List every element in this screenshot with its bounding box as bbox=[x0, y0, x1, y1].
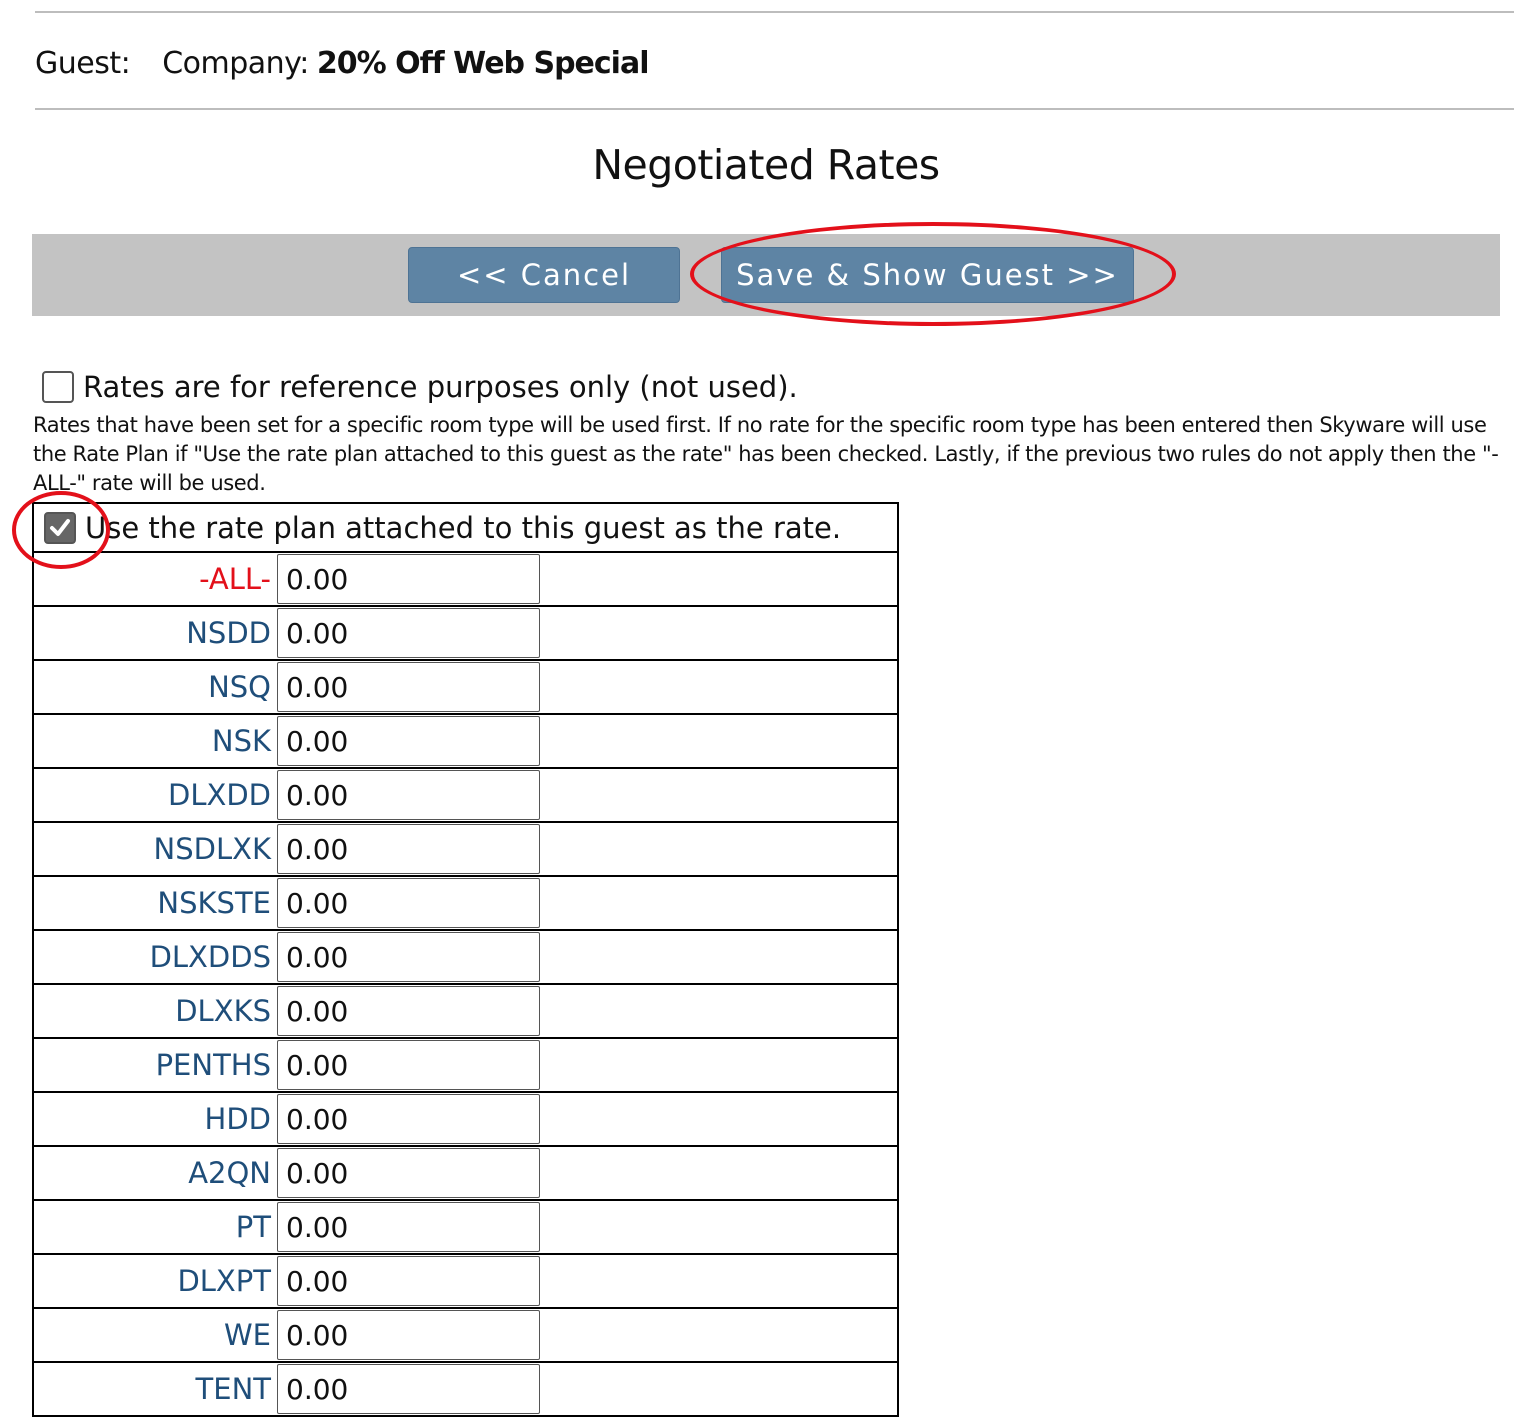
rate-cell: PT 0.00 bbox=[32, 1199, 547, 1255]
cancel-button[interactable]: << Cancel bbox=[408, 247, 680, 303]
rate-row: NSK 0.00 bbox=[32, 713, 899, 769]
rate-input[interactable]: 0.00 bbox=[277, 1364, 540, 1414]
rate-input[interactable]: 0.00 bbox=[277, 716, 540, 766]
rate-row: NSKSTE 0.00 bbox=[32, 875, 899, 931]
rate-cell: WE 0.00 bbox=[32, 1307, 547, 1363]
rate-row: DLXDDS 0.00 bbox=[32, 929, 899, 985]
rate-row: NSDD 0.00 bbox=[32, 605, 899, 661]
header-divider bbox=[35, 108, 1514, 110]
room-type-code: DLXPT bbox=[177, 1264, 271, 1298]
rate-cell-spacer bbox=[547, 821, 899, 877]
room-type-code: -ALL- bbox=[199, 562, 271, 596]
rate-cell-spacer bbox=[547, 659, 899, 715]
use-rate-plan-option[interactable]: Use the rate plan attached to this guest… bbox=[34, 504, 897, 551]
rate-cell-spacer bbox=[547, 1253, 899, 1309]
rate-cell: PENTHS 0.00 bbox=[32, 1037, 547, 1093]
rate-row: PT 0.00 bbox=[32, 1199, 899, 1255]
rate-cell: NSKSTE 0.00 bbox=[32, 875, 547, 931]
rate-input[interactable]: 0.00 bbox=[277, 932, 540, 982]
room-type-code: NSDD bbox=[186, 616, 271, 650]
room-type-code: PENTHS bbox=[155, 1048, 271, 1082]
rate-cell-spacer bbox=[547, 983, 899, 1039]
guest-label: Guest: bbox=[35, 45, 131, 81]
reference-only-label: Rates are for reference purposes only (n… bbox=[83, 370, 798, 404]
rate-row: DLXDD 0.00 bbox=[32, 767, 899, 823]
rate-row: PENTHS 0.00 bbox=[32, 1037, 899, 1093]
negotiated-rates-table: Use the rate plan attached to this guest… bbox=[32, 502, 899, 1417]
rate-cell-spacer bbox=[547, 1307, 899, 1363]
checkmark-icon bbox=[50, 518, 70, 536]
use-rate-plan-cell: Use the rate plan attached to this guest… bbox=[32, 502, 899, 553]
rate-cell: DLXDD 0.00 bbox=[32, 767, 547, 823]
rate-cell: NSQ 0.00 bbox=[32, 659, 547, 715]
rate-input[interactable]: 0.00 bbox=[277, 608, 540, 658]
room-type-code: A2QN bbox=[188, 1156, 271, 1190]
room-type-code: NSK bbox=[211, 724, 271, 758]
rate-cell: DLXKS 0.00 bbox=[32, 983, 547, 1039]
rate-cell-spacer bbox=[547, 875, 899, 931]
rate-input[interactable]: 0.00 bbox=[277, 986, 540, 1036]
rate-row: A2QN 0.00 bbox=[32, 1145, 899, 1201]
rate-cell-spacer bbox=[547, 1361, 899, 1417]
reference-only-checkbox[interactable] bbox=[42, 371, 74, 403]
rate-input[interactable]: 0.00 bbox=[277, 554, 540, 604]
use-rate-plan-label: Use the rate plan attached to this guest… bbox=[85, 510, 842, 545]
rate-row: HDD 0.00 bbox=[32, 1091, 899, 1147]
rate-input[interactable]: 0.00 bbox=[277, 1094, 540, 1144]
rate-cell: NSK 0.00 bbox=[32, 713, 547, 769]
room-type-code: NSKSTE bbox=[157, 886, 271, 920]
rate-cell-spacer bbox=[547, 1145, 899, 1201]
room-type-code: NSQ bbox=[208, 670, 271, 704]
room-type-code: DLXKS bbox=[175, 994, 271, 1028]
rate-input[interactable]: 0.00 bbox=[277, 1202, 540, 1252]
rate-cell: DLXPT 0.00 bbox=[32, 1253, 547, 1309]
room-type-code: DLXDDS bbox=[149, 940, 271, 974]
room-type-code: PT bbox=[235, 1210, 271, 1244]
rate-cell-spacer bbox=[547, 929, 899, 985]
room-type-code: TENT bbox=[195, 1372, 271, 1406]
rate-cell-spacer bbox=[547, 767, 899, 823]
rate-cell-spacer bbox=[547, 551, 899, 607]
rate-input[interactable]: 0.00 bbox=[277, 1148, 540, 1198]
rate-cell-spacer bbox=[547, 1199, 899, 1255]
reference-only-option[interactable]: Rates are for reference purposes only (n… bbox=[42, 366, 798, 408]
rate-cell: NSDD 0.00 bbox=[32, 605, 547, 661]
rate-row: WE 0.00 bbox=[32, 1307, 899, 1363]
rate-input[interactable]: 0.00 bbox=[277, 878, 540, 928]
rate-row: NSDLXK 0.00 bbox=[32, 821, 899, 877]
rate-cell-spacer bbox=[547, 605, 899, 661]
rate-row: TENT 0.00 bbox=[32, 1361, 899, 1417]
guest-company-line: Guest: Company: 20% Off Web Special bbox=[35, 40, 649, 86]
room-type-code: DLXDD bbox=[167, 778, 271, 812]
rate-cell-spacer bbox=[547, 713, 899, 769]
company-label: Company: bbox=[162, 45, 309, 81]
rate-input[interactable]: 0.00 bbox=[277, 770, 540, 820]
rate-row: NSQ 0.00 bbox=[32, 659, 899, 715]
rate-input[interactable]: 0.00 bbox=[277, 1310, 540, 1360]
rate-row: DLXPT 0.00 bbox=[32, 1253, 899, 1309]
room-type-code: HDD bbox=[204, 1102, 271, 1136]
rate-row: -ALL- 0.00 bbox=[32, 551, 899, 607]
rate-priority-help-text: Rates that have been set for a specific … bbox=[33, 413, 1499, 495]
room-type-code: WE bbox=[224, 1318, 271, 1352]
rate-cell: A2QN 0.00 bbox=[32, 1145, 547, 1201]
top-divider bbox=[35, 11, 1514, 13]
rate-input[interactable]: 0.00 bbox=[277, 662, 540, 712]
rate-cell: -ALL- 0.00 bbox=[32, 551, 547, 607]
room-type-code: NSDLXK bbox=[153, 832, 271, 866]
rate-input[interactable]: 0.00 bbox=[277, 1040, 540, 1090]
rate-cell: DLXDDS 0.00 bbox=[32, 929, 547, 985]
rate-input[interactable]: 0.00 bbox=[277, 824, 540, 874]
rate-cell: NSDLXK 0.00 bbox=[32, 821, 547, 877]
rate-cell: TENT 0.00 bbox=[32, 1361, 547, 1417]
rate-input[interactable]: 0.00 bbox=[277, 1256, 540, 1306]
rate-cell-spacer bbox=[547, 1037, 899, 1093]
use-rate-plan-checkbox[interactable] bbox=[44, 511, 76, 544]
company-value: 20% Off Web Special bbox=[316, 45, 650, 81]
rate-row: DLXKS 0.00 bbox=[32, 983, 899, 1039]
rate-cell-spacer bbox=[547, 1091, 899, 1147]
rate-cell: HDD 0.00 bbox=[32, 1091, 547, 1147]
save-show-guest-button[interactable]: Save & Show Guest >> bbox=[721, 247, 1134, 303]
page-title: Negotiated Rates bbox=[592, 141, 940, 189]
